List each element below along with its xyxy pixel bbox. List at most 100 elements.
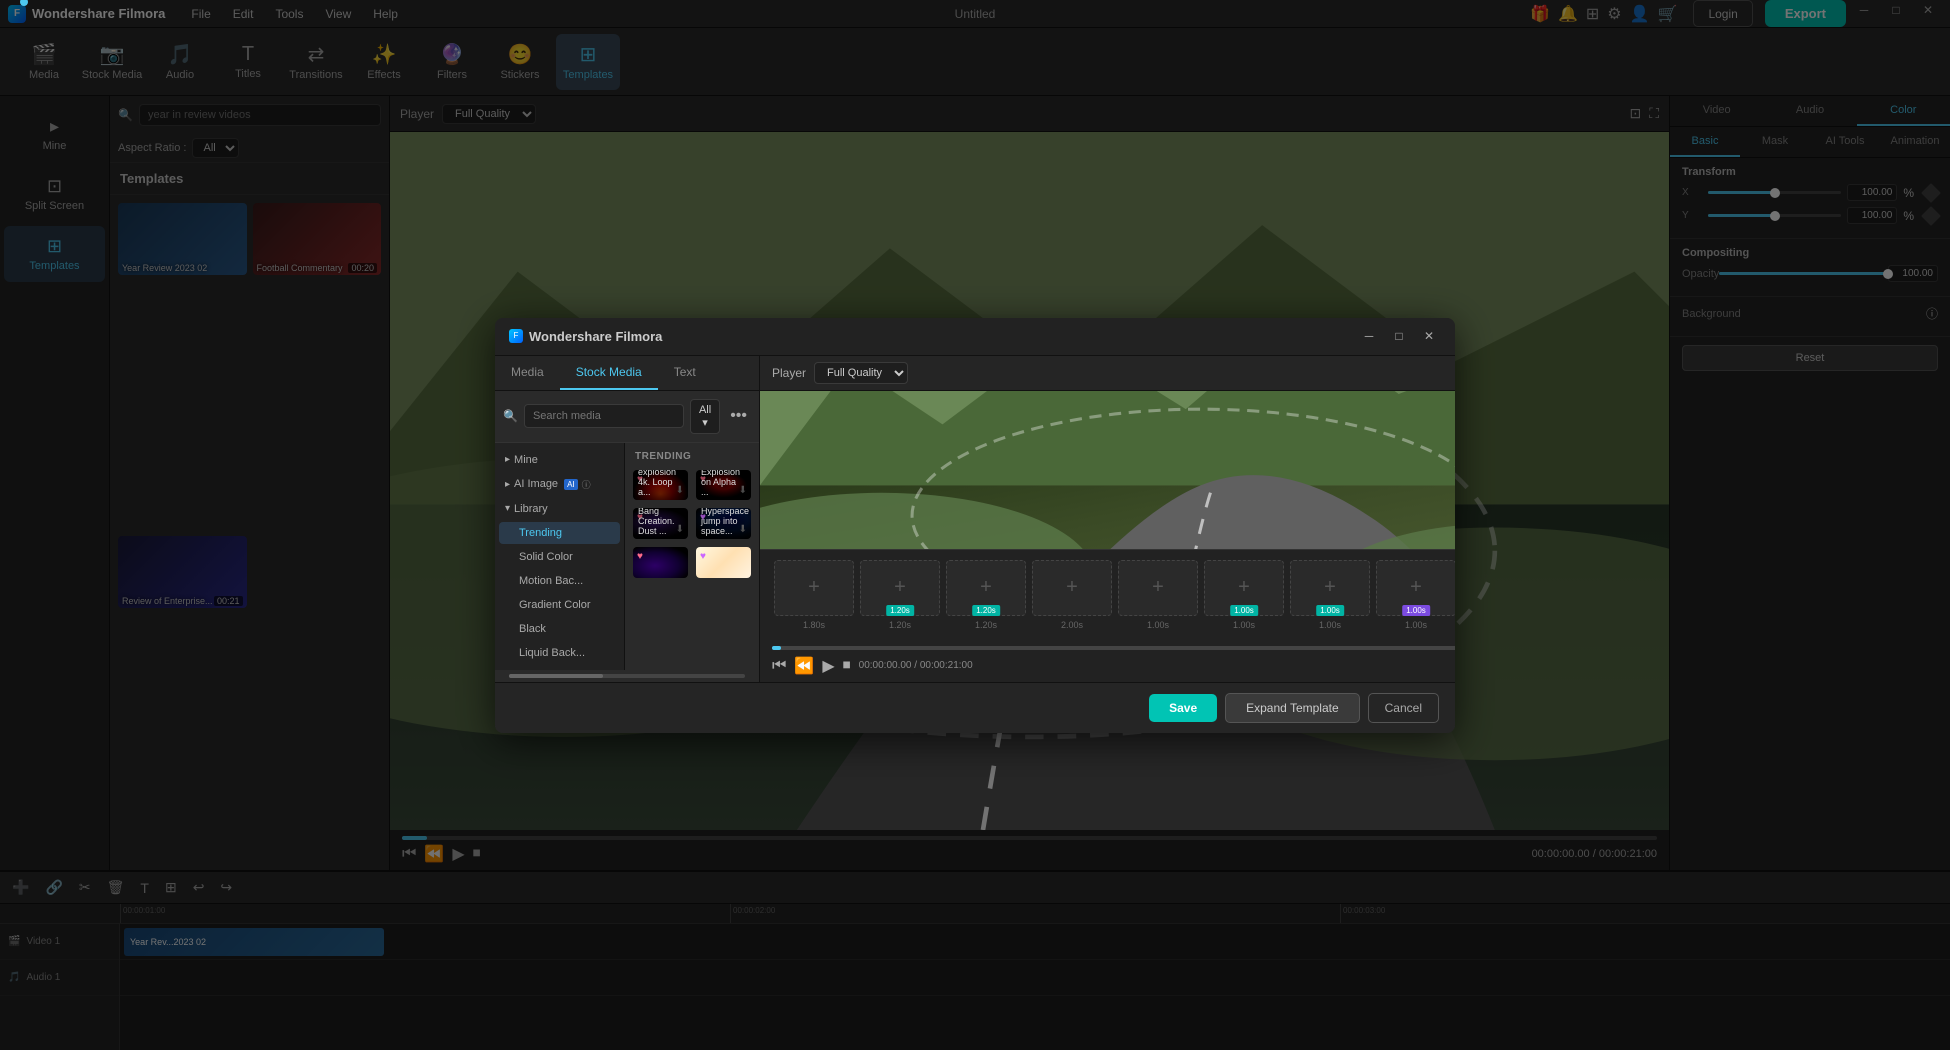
modal-media-area: TRENDING ♥ ⬇ Particle explosion 4k. Loop… — [625, 443, 759, 670]
slot-plus-2: + — [894, 576, 906, 599]
modal-time-total: 00:00:21:00 — [920, 660, 973, 671]
slot-plus-3: + — [980, 576, 992, 599]
tree-mine[interactable]: ▸ Mine — [499, 449, 620, 471]
slot-box-3[interactable]: + 1.20s — [946, 560, 1026, 616]
modal-preview-svg — [760, 391, 1455, 549]
modal-template-slots: + 1.80s + 1.20s 1.20s + — [760, 549, 1455, 640]
slot-badge-6: 1.00s — [1230, 605, 1258, 616]
slot-plus-8: + — [1410, 576, 1422, 599]
modal-overlay: F Wondershare Filmora ─ □ ✕ Media Stock … — [0, 0, 1950, 1050]
modal-minimize-button[interactable]: ─ — [1357, 326, 1381, 346]
expand-template-button[interactable]: Expand Template — [1225, 693, 1360, 723]
slot-5: + 1.00s — [1118, 560, 1198, 630]
tree-mine-icon: ▸ — [505, 454, 510, 465]
slot-box-2[interactable]: + 1.20s — [860, 560, 940, 616]
modal-thumb-hyperspace[interactable]: ♥ ⬇ Hyperspace jump into space... — [696, 508, 751, 539]
tree-trending[interactable]: Trending — [499, 522, 620, 544]
modal-play-button[interactable]: ▶ — [822, 656, 834, 676]
modal-tab-media[interactable]: Media — [495, 356, 560, 390]
modal-search-input[interactable] — [524, 404, 684, 428]
slot-duration-2: 1.20s — [889, 620, 911, 630]
modal-progress-bar[interactable] — [772, 646, 1455, 650]
scroll-indicator[interactable] — [509, 674, 745, 678]
modal-left-content: ▸ Mine ▸ AI Image AI ⓘ ▾ Library — [495, 443, 759, 670]
tree-library-label: Library — [514, 503, 548, 515]
modal-stop-button[interactable]: ⏹ — [843, 657, 851, 675]
scroll-thumb — [509, 674, 603, 678]
cancel-button[interactable]: Cancel — [1368, 693, 1439, 723]
save-button[interactable]: Save — [1149, 694, 1217, 722]
tree-liquid-bac[interactable]: Liquid Back... — [499, 642, 620, 664]
modal-time-display: 00:00:00.00 / 00:00:21:00 — [859, 660, 973, 671]
slot-badge-8: 1.00s — [1402, 605, 1430, 616]
modal-search-bar: 🔍 All ▾ ••• — [495, 391, 759, 443]
modal-controls-row: ⏮ ⏪ ▶ ⏹ 00:00:00.00 / 00:00:21:00 📷 🔊 — [772, 656, 1455, 676]
modal-player-label: Player — [772, 366, 806, 380]
slot-plus-5: + — [1152, 576, 1164, 599]
tree-library[interactable]: ▾ Library — [499, 498, 620, 520]
tree-solid-color[interactable]: Solid Color — [499, 546, 620, 568]
modal-footer: Save Expand Template Cancel — [495, 682, 1455, 733]
modal-prev-button[interactable]: ⏪ — [794, 656, 814, 676]
modal-titlebar: F Wondershare Filmora ─ □ ✕ — [495, 318, 1455, 356]
slot-box-7[interactable]: + 1.00s — [1290, 560, 1370, 616]
modal-thumb-bigbang[interactable]: ♥ ⬇ 4K Big Bang Creation. Dust ... — [633, 508, 688, 539]
modal-tab-stock-media[interactable]: Stock Media — [560, 356, 658, 390]
tree-ai-icon: ▸ — [505, 479, 510, 490]
tree-gradient-color[interactable]: Gradient Color — [499, 594, 620, 616]
heart-icon-6[interactable]: ♥ — [700, 551, 706, 562]
tree-black[interactable]: Black — [499, 618, 620, 640]
tree-solid-color-label: Solid Color — [519, 551, 573, 563]
modal-close-button[interactable]: ✕ — [1417, 326, 1441, 346]
modal-all-filter[interactable]: All ▾ — [690, 399, 720, 434]
modal-progress-fill — [772, 646, 781, 650]
modal-right-pane: Player Full Quality — [760, 356, 1455, 682]
modal-quality-select[interactable]: Full Quality — [814, 362, 908, 384]
modal-search-icon: 🔍 — [503, 409, 518, 423]
ai-info-icon: ⓘ — [582, 478, 591, 491]
slot-duration-7: 1.00s — [1319, 620, 1341, 630]
slot-1: + 1.80s — [774, 560, 854, 630]
tree-ai-image[interactable]: ▸ AI Image AI ⓘ — [499, 473, 620, 496]
modal-thumb-orange[interactable]: ♥ — [696, 547, 751, 578]
slot-badge-7: 1.00s — [1316, 605, 1344, 616]
slot-plus-1: + — [808, 576, 820, 599]
tree-motion-bac-label: Motion Bac... — [519, 575, 583, 587]
modal-thumb-label-2: Particle Explosion on Alpha ... — [696, 470, 751, 501]
modal-more-options-button[interactable]: ••• — [726, 405, 751, 427]
tree-library-icon: ▾ — [505, 503, 510, 514]
slot-box-1[interactable]: + — [774, 560, 854, 616]
slot-2: + 1.20s 1.20s — [860, 560, 940, 630]
slot-4: + 2.00s — [1032, 560, 1112, 630]
tree-gradient-color-label: Gradient Color — [519, 599, 591, 611]
slot-3: + 1.20s 1.20s — [946, 560, 1026, 630]
tree-motion-bac[interactable]: Motion Bac... — [499, 570, 620, 592]
slot-box-8[interactable]: + 1.00s — [1376, 560, 1455, 616]
modal-title: Wondershare Filmora — [529, 329, 662, 344]
modal-rewind-button[interactable]: ⏮ — [772, 657, 786, 675]
modal-tabs: Media Stock Media Text — [495, 356, 759, 391]
tree-mine-label: Mine — [514, 454, 538, 466]
slot-box-6[interactable]: + 1.00s — [1204, 560, 1284, 616]
modal-player-bar: Player Full Quality — [760, 356, 1455, 391]
modal-body: Media Stock Media Text 🔍 All ▾ ••• ▸ Mi — [495, 356, 1455, 682]
modal-thumb-particle1[interactable]: ♥ ⬇ Particle explosion 4k. Loop a... — [633, 470, 688, 501]
trending-section-title: TRENDING — [633, 451, 751, 462]
slot-duration-3: 1.20s — [975, 620, 997, 630]
modal-preview-video — [760, 391, 1455, 549]
modal-thumb-nebula[interactable]: ♥ — [633, 547, 688, 578]
slot-box-5[interactable]: + — [1118, 560, 1198, 616]
modal-maximize-button[interactable]: □ — [1387, 326, 1411, 346]
slot-duration-1: 1.80s — [803, 620, 825, 630]
slot-plus-6: + — [1238, 576, 1250, 599]
modal-thumb-particle2[interactable]: ♥ ⬇ Particle Explosion on Alpha ... — [696, 470, 751, 501]
slot-badge-3: 1.20s — [972, 605, 1000, 616]
modal-time-current: 00:00:00.00 — [859, 660, 912, 671]
modal-tab-text[interactable]: Text — [658, 356, 712, 390]
slot-box-4[interactable]: + — [1032, 560, 1112, 616]
slot-duration-6: 1.00s — [1233, 620, 1255, 630]
modal-progress-area: ⏮ ⏪ ▶ ⏹ 00:00:00.00 / 00:00:21:00 📷 🔊 — [760, 640, 1455, 682]
slot-duration-8: 1.00s — [1405, 620, 1427, 630]
ai-badge: AI — [564, 479, 578, 490]
heart-icon-5[interactable]: ♥ — [637, 551, 643, 562]
